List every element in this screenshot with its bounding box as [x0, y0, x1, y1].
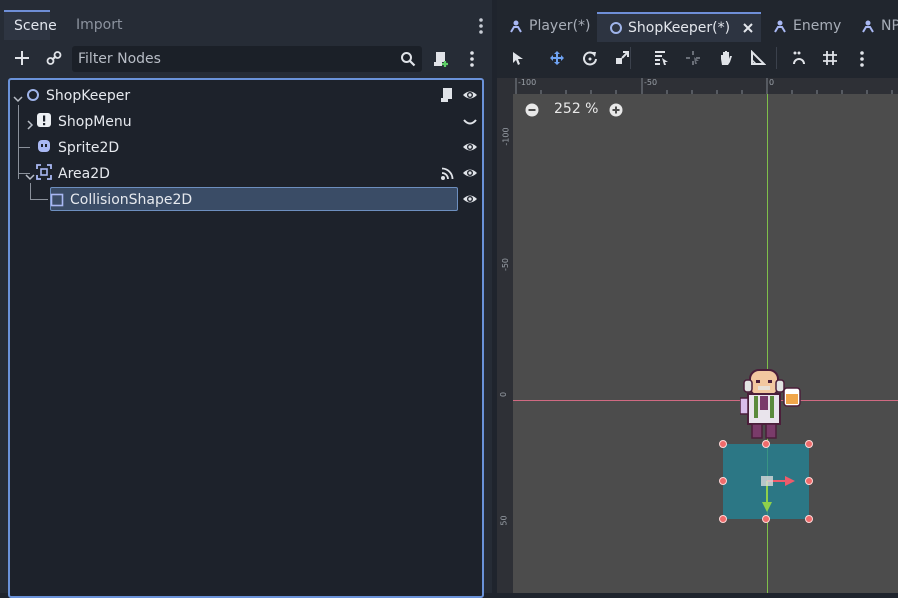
- search-icon: [400, 51, 416, 71]
- ruler-horizontal[interactable]: -100 -50 0: [497, 78, 898, 94]
- scene-dock: Scene Import Filter Nodes ShopKeeper Sho…: [0, 0, 492, 598]
- toolbar-divider: [630, 47, 631, 69]
- select-arrow-icon[interactable]: [510, 50, 526, 70]
- chevron-down-icon[interactable]: [13, 89, 23, 108]
- node2d-circle-icon: [26, 87, 40, 106]
- snap-dots-icon[interactable]: [791, 50, 807, 70]
- 2d-viewport[interactable]: -100 -50 0 -100 -50 0 50 252 %: [497, 78, 898, 593]
- link-icon[interactable]: [44, 48, 64, 68]
- tree-row-sprite2d[interactable]: Sprite2D: [10, 135, 482, 159]
- visibility-eye-icon[interactable]: [462, 165, 480, 183]
- zoom-level[interactable]: 252 %: [554, 102, 598, 116]
- sprite2d-icon: [36, 138, 52, 158]
- x-axis-line: [513, 400, 898, 401]
- tab-shopkeeper[interactable]: ShopKeeper(*): [597, 12, 761, 42]
- node-label: CollisionShape2D: [70, 192, 193, 208]
- rotate-icon[interactable]: [582, 50, 598, 70]
- ruler-vertical[interactable]: -100 -50 0 50: [497, 94, 513, 593]
- ruler-label: 50: [499, 515, 509, 526]
- ruler-label: -100: [501, 127, 511, 146]
- more-icon[interactable]: [857, 49, 867, 73]
- tab-import[interactable]: Import: [66, 10, 132, 40]
- ruler-label: -50: [501, 257, 511, 272]
- collisionshape-square-icon: [50, 192, 64, 211]
- close-icon[interactable]: [742, 22, 754, 34]
- grid-snap-icon[interactable]: [822, 50, 838, 70]
- pivot-icon[interactable]: [685, 50, 701, 70]
- move-gizmo[interactable]: [755, 472, 805, 518]
- warning-icon[interactable]: [36, 112, 52, 132]
- filter-nodes-input[interactable]: [72, 46, 394, 72]
- scene-node-icon: [862, 20, 874, 33]
- node-label: Sprite2D: [58, 140, 120, 156]
- area2d-icon: [36, 164, 52, 184]
- signal-icon[interactable]: [440, 166, 454, 185]
- ruler-label: 0: [499, 391, 509, 398]
- more-icon[interactable]: [467, 49, 477, 73]
- tab-label: Enemy: [793, 18, 842, 34]
- scale-icon[interactable]: [614, 50, 630, 70]
- list-select-icon[interactable]: [653, 50, 669, 70]
- tree-row-collisionshape2d[interactable]: CollisionShape2D: [10, 187, 482, 211]
- scene-tree: ShopKeeper ShopMenu Sprite2D Area2D Coll…: [8, 78, 484, 598]
- scene-node-icon: [510, 20, 522, 33]
- visibility-eye-icon[interactable]: [462, 87, 480, 105]
- 2d-editor: Player(*) ShopKeeper(*) Enemy NP -100 -5…: [497, 0, 898, 593]
- dock-menu-icon[interactable]: [476, 16, 486, 36]
- tab-scene[interactable]: Scene: [4, 10, 57, 40]
- chevron-down-icon[interactable]: [25, 167, 35, 186]
- visibility-eye-icon[interactable]: [462, 191, 480, 209]
- chevron-right-icon[interactable]: [25, 115, 35, 134]
- tree-row-shopmenu[interactable]: ShopMenu: [10, 109, 482, 133]
- node-label: ShopKeeper: [46, 88, 131, 104]
- scene-node-icon: [774, 20, 786, 33]
- zoom-out-icon[interactable]: [525, 102, 539, 121]
- tab-player[interactable]: Player(*): [509, 12, 591, 40]
- tab-label: ShopKeeper(*): [628, 20, 731, 36]
- node-label: ShopMenu: [58, 114, 132, 130]
- pan-hand-icon[interactable]: [718, 50, 734, 70]
- hidden-eye-icon[interactable]: [462, 114, 480, 132]
- attach-script-icon[interactable]: [432, 50, 450, 72]
- script-icon[interactable]: [440, 87, 454, 107]
- move-icon[interactable]: [549, 50, 565, 70]
- tree-row-shopkeeper[interactable]: ShopKeeper: [10, 83, 482, 107]
- tree-row-area2d[interactable]: Area2D: [10, 161, 482, 185]
- node2d-circle-icon: [610, 22, 622, 34]
- visibility-eye-icon[interactable]: [462, 139, 480, 157]
- node-label: Area2D: [58, 166, 110, 182]
- shopkeeper-sprite[interactable]: [739, 364, 810, 446]
- tab-enemy[interactable]: Enemy: [773, 12, 841, 40]
- add-icon[interactable]: [12, 48, 32, 68]
- tab-label: Player(*): [529, 18, 591, 34]
- tab-label: NP: [881, 18, 898, 34]
- ruler-icon[interactable]: [750, 49, 767, 70]
- filter-nodes-field[interactable]: [72, 46, 422, 72]
- toolbar-divider: [776, 47, 777, 69]
- zoom-in-icon[interactable]: [609, 102, 623, 121]
- tab-np[interactable]: NP: [861, 12, 898, 40]
